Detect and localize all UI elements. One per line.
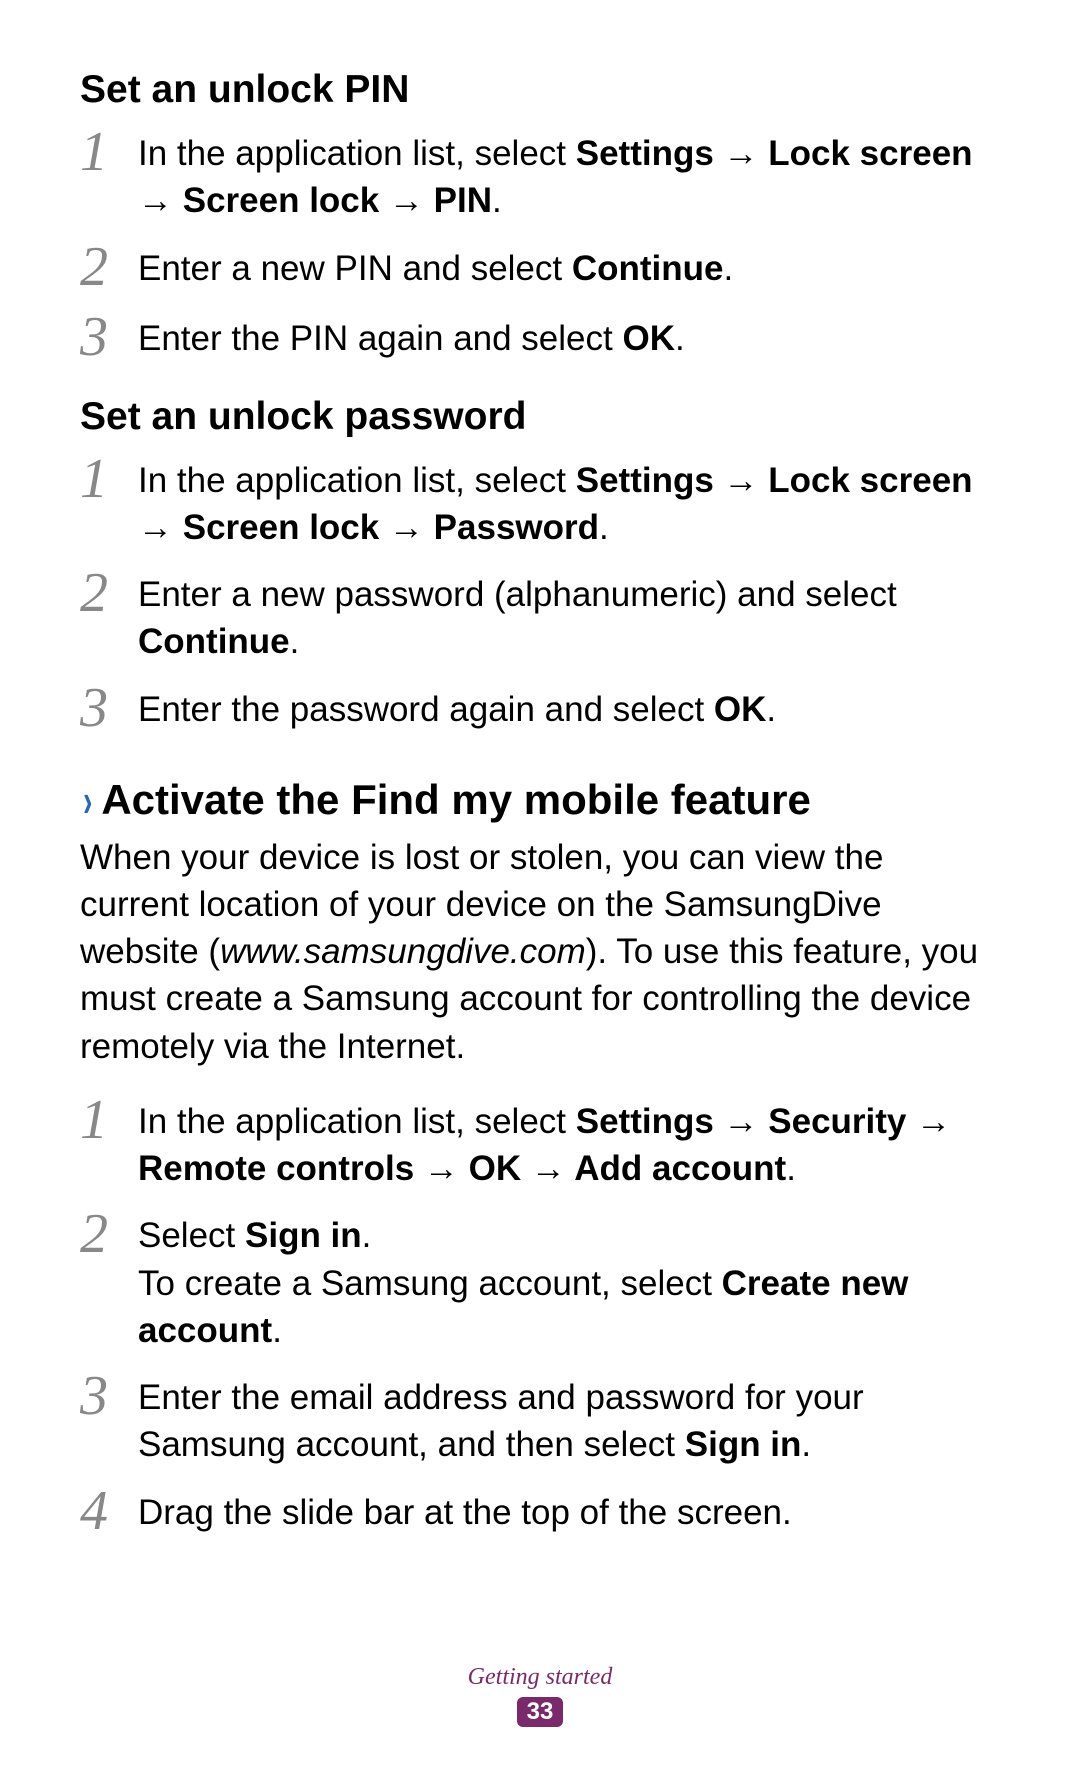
step-text: Drag the slide bar at the top of the scr…: [138, 1483, 1000, 1536]
step-text: Enter the email address and password for…: [138, 1368, 1000, 1469]
bold-text: Continue: [138, 622, 290, 661]
step-number: 3: [80, 680, 138, 736]
text: .: [801, 1425, 811, 1464]
text: Enter a new PIN and select: [138, 249, 572, 288]
step-text: Select Sign in. To create a Samsung acco…: [138, 1206, 1000, 1354]
page-number-badge: 33: [517, 1697, 563, 1727]
page-footer: Getting started 33: [0, 1664, 1080, 1727]
intro-paragraph: When your device is lost or stolen, you …: [80, 834, 1000, 1070]
text: Enter the password again and select: [138, 690, 714, 729]
step-item: 1 In the application list, select Settin…: [80, 124, 1000, 225]
text: .: [786, 1149, 796, 1188]
step-number: 3: [80, 309, 138, 365]
bold-text: OK: [622, 319, 675, 358]
step-number: 3: [80, 1368, 138, 1424]
step-number: 4: [80, 1483, 138, 1539]
step-text: Enter a new password (alphanumeric) and …: [138, 565, 1000, 666]
step-number: 1: [80, 124, 138, 180]
chevron-right-icon: ›: [83, 777, 92, 823]
step-text: In the application list, select Settings…: [138, 124, 1000, 225]
text: Enter a new password (alphanumeric) and …: [138, 575, 897, 614]
text: In the application list, select: [138, 134, 576, 173]
step-text: In the application list, select Settings…: [138, 1092, 1000, 1193]
step-item: 3 Enter the PIN again and select OK.: [80, 309, 1000, 365]
text: .: [599, 508, 609, 547]
italic-text: www.samsungdive.com: [220, 932, 586, 971]
step-item: 4 Drag the slide bar at the top of the s…: [80, 1483, 1000, 1539]
step-item: 3 Enter the password again and select OK…: [80, 680, 1000, 736]
text: Enter the PIN again and select: [138, 319, 622, 358]
bold-text: OK: [714, 690, 767, 729]
step-item: 2 Enter a new password (alphanumeric) an…: [80, 565, 1000, 666]
bold-text: Sign in: [685, 1425, 802, 1464]
text: .: [675, 319, 685, 358]
text: .: [272, 1311, 282, 1350]
step-number: 1: [80, 1092, 138, 1148]
bold-text: Continue: [572, 249, 724, 288]
step-item: 2 Select Sign in. To create a Samsung ac…: [80, 1206, 1000, 1354]
text: Drag the slide bar at the top of the scr…: [138, 1493, 792, 1532]
step-item: 1 In the application list, select Settin…: [80, 1092, 1000, 1193]
bold-text: Sign in: [245, 1216, 362, 1255]
text: Select: [138, 1216, 245, 1255]
step-number: 2: [80, 565, 138, 621]
section-heading-findmobile: ›Activate the Find my mobile feature: [80, 776, 1000, 824]
step-number: 2: [80, 239, 138, 295]
step-item: 2 Enter a new PIN and select Continue.: [80, 239, 1000, 295]
text: .: [766, 690, 776, 729]
subheading-password: Set an unlock password: [80, 395, 1000, 439]
section-title: Activate the Find my mobile feature: [101, 776, 811, 823]
step-text: Enter the password again and select OK.: [138, 680, 1000, 733]
text: In the application list, select: [138, 1102, 576, 1141]
text: To create a Samsung account, select: [138, 1264, 722, 1303]
step-text: Enter a new PIN and select Continue.: [138, 239, 1000, 292]
text: .: [362, 1216, 372, 1255]
step-item: 3 Enter the email address and password f…: [80, 1368, 1000, 1469]
text: .: [290, 622, 300, 661]
step-number: 1: [80, 451, 138, 507]
step-text: In the application list, select Settings…: [138, 451, 1000, 552]
text: .: [723, 249, 733, 288]
step-number: 2: [80, 1206, 138, 1262]
text: .: [492, 181, 502, 220]
text: In the application list, select: [138, 461, 576, 500]
footer-section-label: Getting started: [0, 1664, 1080, 1691]
step-item: 1 In the application list, select Settin…: [80, 451, 1000, 552]
step-text: Enter the PIN again and select OK.: [138, 309, 1000, 362]
subheading-pin: Set an unlock PIN: [80, 68, 1000, 112]
